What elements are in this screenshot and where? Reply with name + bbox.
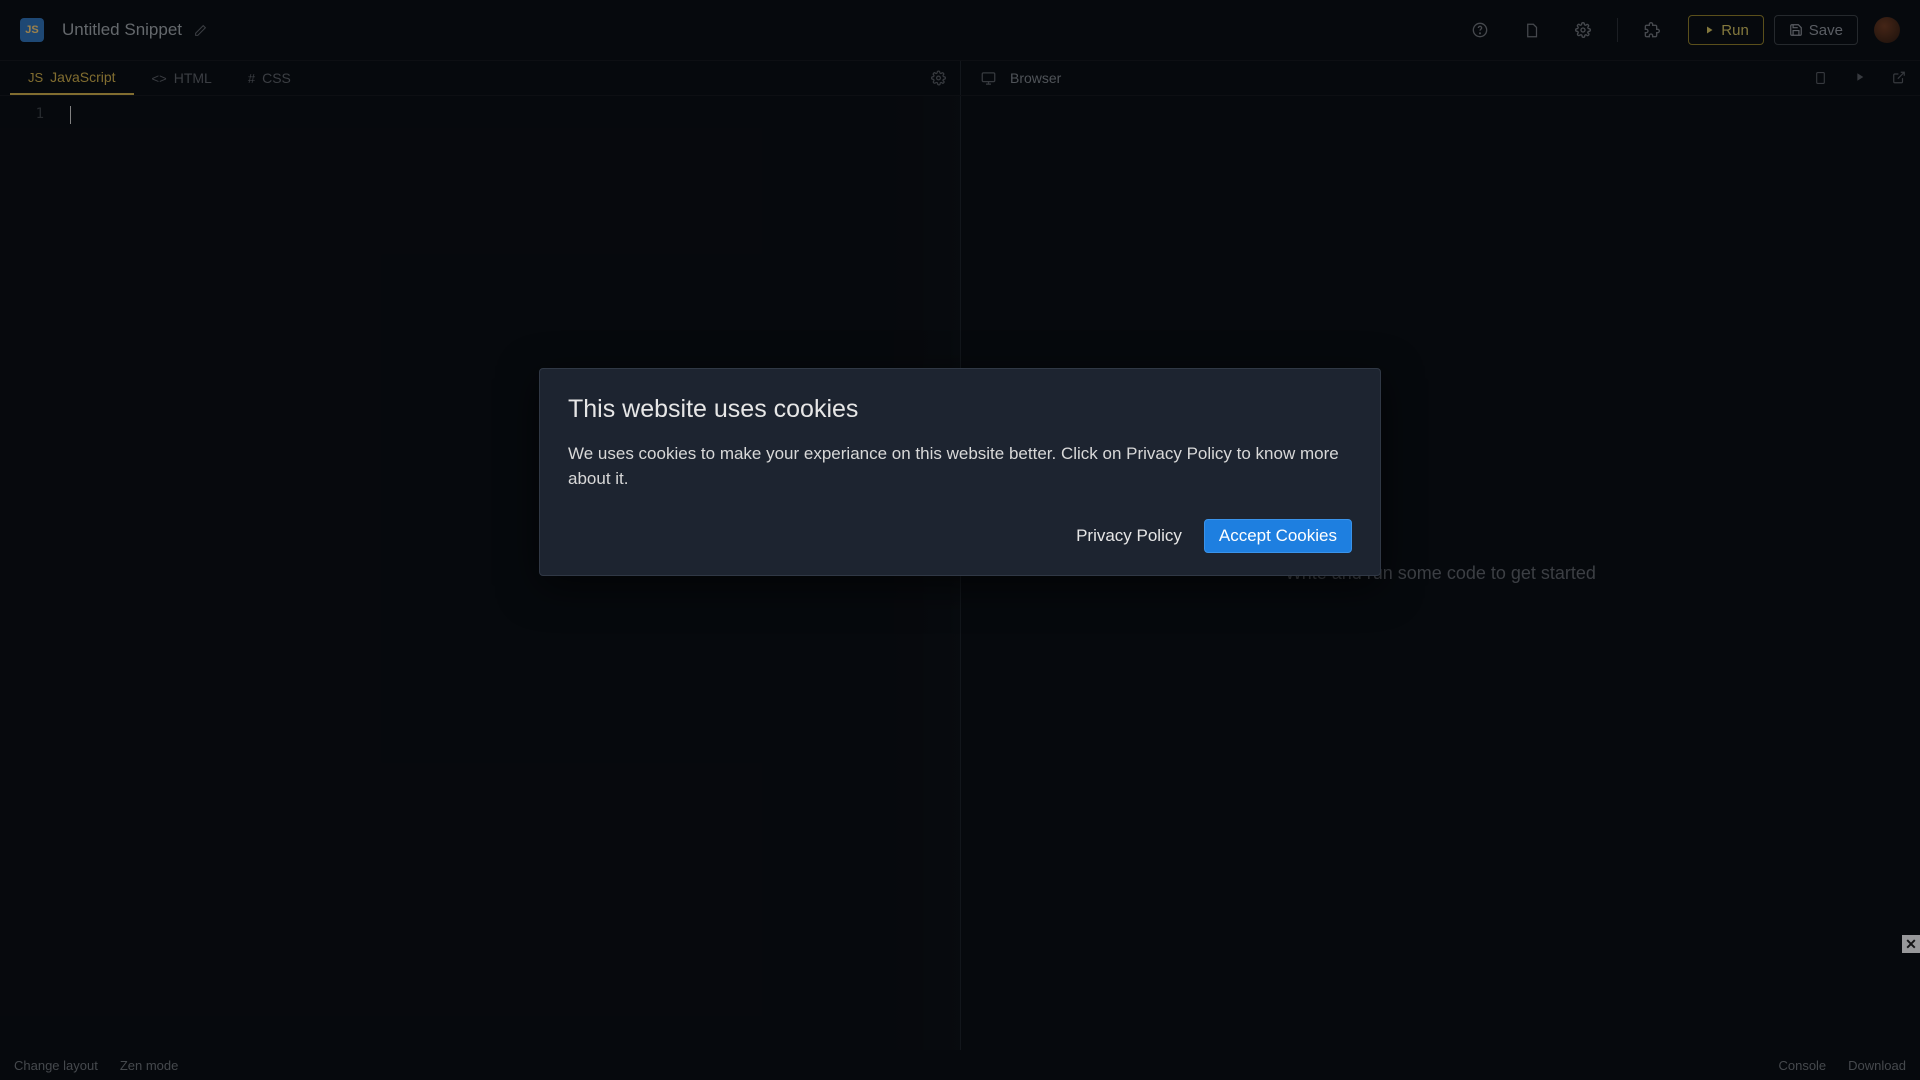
modal-body: We uses cookies to make your experiance … [568, 442, 1352, 491]
cookie-modal: This website uses cookies We uses cookie… [539, 368, 1381, 576]
modal-backdrop: This website uses cookies We uses cookie… [0, 0, 1920, 1080]
modal-title: This website uses cookies [568, 395, 1352, 424]
accept-cookies-button[interactable]: Accept Cookies [1204, 519, 1352, 553]
modal-actions: Privacy Policy Accept Cookies [568, 519, 1352, 553]
privacy-policy-link[interactable]: Privacy Policy [1076, 526, 1182, 546]
